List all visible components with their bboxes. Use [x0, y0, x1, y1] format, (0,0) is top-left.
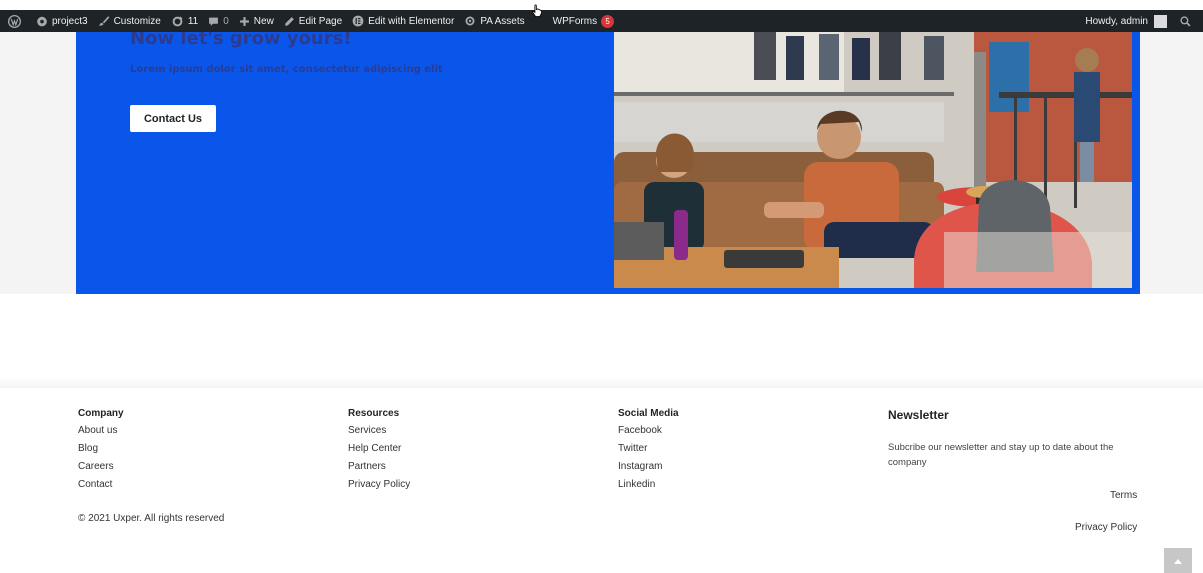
adminbar-secondary: Howdy, admin — [1080, 10, 1203, 32]
elementor-icon — [352, 15, 364, 27]
hand-cursor-icon — [532, 4, 543, 18]
site-name-label: project3 — [52, 15, 88, 27]
terms-link[interactable]: Terms — [1110, 490, 1137, 501]
edit-page-label: Edit Page — [298, 15, 343, 27]
comment-icon — [209, 17, 219, 26]
comments-link[interactable]: 0 — [203, 10, 234, 32]
pa-assets-label: PA Assets — [480, 15, 525, 27]
hero-section: Now let's grow yours! Lorem ipsum dolor … — [76, 28, 1140, 294]
wpforms-badge: 5 — [601, 14, 615, 28]
customize-label: Customize — [113, 15, 161, 27]
search-icon — [1180, 15, 1191, 26]
footer-column-resources: Resources Services Help Center Partners … — [348, 408, 410, 497]
copyright-text: © 2021 Uxper. All rights reserved — [78, 513, 225, 524]
footer-link-instagram[interactable]: Instagram — [618, 461, 679, 479]
footer-column-newsletter: Newsletter Subcribe our newsletter and s… — [888, 408, 1148, 470]
wpforms-link[interactable]: WPForms 5 — [548, 10, 619, 32]
newsletter-heading: Newsletter — [888, 408, 949, 422]
footer-link-linkedin[interactable]: Linkedin — [618, 479, 679, 497]
newsletter-description: Subcribe our newsletter and stay up to d… — [888, 442, 1114, 468]
wordpress-logo-icon[interactable] — [0, 10, 31, 32]
updates-link[interactable]: 11 — [166, 10, 203, 32]
footer-link-help-center[interactable]: Help Center — [348, 443, 410, 461]
edit-with-elementor-link[interactable]: Edit with Elementor — [347, 10, 459, 32]
avatar — [1154, 14, 1167, 28]
footer-link-twitter[interactable]: Twitter — [618, 443, 679, 461]
site-name-menu[interactable]: project3 — [31, 10, 93, 32]
footer-heading-company: Company — [78, 408, 124, 419]
edit-page-link[interactable]: Edit Page — [279, 10, 347, 32]
new-content-menu[interactable]: New — [234, 10, 279, 32]
back-to-top-button[interactable] — [1164, 548, 1192, 573]
howdy-label: Howdy, admin — [1085, 15, 1148, 27]
brush-icon — [98, 16, 109, 26]
hero-subtitle: Lorem ipsum dolor sit amet, consectetur … — [130, 64, 443, 75]
assets-icon — [465, 16, 475, 26]
adminbar-search-button[interactable] — [1172, 10, 1203, 32]
footer-link-contact[interactable]: Contact — [78, 479, 124, 497]
footer-link-services[interactable]: Services — [348, 425, 410, 443]
wpforms-label: WPForms — [552, 15, 598, 27]
footer-link-blog[interactable]: Blog — [78, 443, 124, 461]
updates-count: 11 — [187, 15, 199, 27]
footer-column-social-media: Social Media Facebook Twitter Instagram … — [618, 408, 679, 497]
my-account-menu[interactable]: Howdy, admin — [1080, 10, 1172, 32]
wp-admin-bar: project3 Customize 11 0 New Edit Page Ed… — [0, 0, 1203, 32]
edit-elementor-label: Edit with Elementor — [368, 15, 455, 27]
footer-link-about-us[interactable]: About us — [78, 425, 124, 443]
pencil-icon — [284, 16, 294, 26]
comments-count: 0 — [223, 15, 229, 27]
dashboard-icon — [37, 16, 47, 27]
privacy-policy-link[interactable]: Privacy Policy — [1075, 522, 1137, 533]
hero-photo — [614, 32, 1132, 288]
new-label: New — [253, 15, 274, 27]
pa-assets-link[interactable]: PA Assets — [459, 10, 529, 32]
footer-heading-resources: Resources — [348, 408, 400, 419]
plus-icon — [239, 16, 249, 26]
customize-link[interactable]: Customize — [93, 10, 166, 32]
footer-column-company: Company About us Blog Careers Contact — [78, 408, 124, 497]
footer-link-facebook[interactable]: Facebook — [618, 425, 679, 443]
footer-link-privacy-policy[interactable]: Privacy Policy — [348, 479, 410, 497]
office-meeting-photo — [614, 32, 1132, 288]
chevron-up-icon — [1174, 558, 1182, 564]
footer-link-partners[interactable]: Partners — [348, 461, 410, 479]
footer-divider — [0, 378, 1203, 388]
updates-icon — [172, 15, 183, 26]
contact-us-button[interactable]: Contact Us — [130, 105, 216, 132]
footer-heading-social-media: Social Media — [618, 408, 679, 419]
footer-link-careers[interactable]: Careers — [78, 461, 124, 479]
